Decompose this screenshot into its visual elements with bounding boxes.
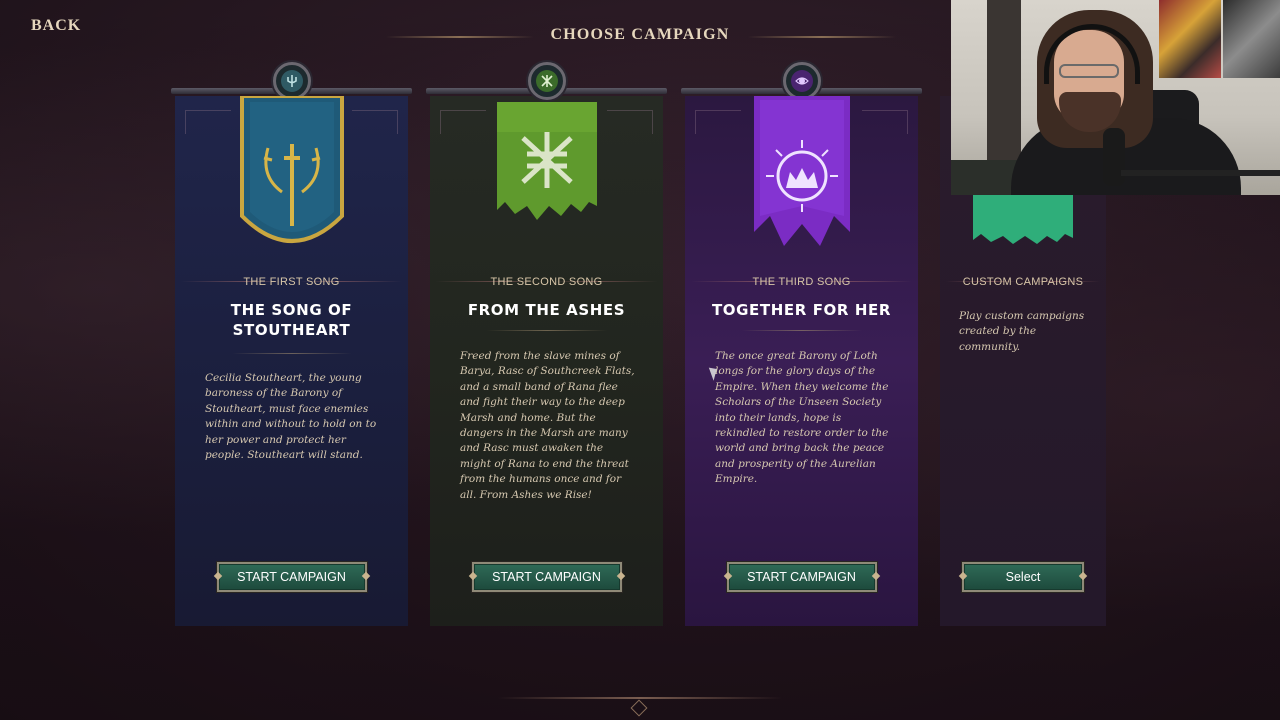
start-campaign-button[interactable]: START CAMPAIGN [726, 562, 877, 592]
poster-image [1159, 0, 1221, 78]
campaign-subtitle: CUSTOM CAMPAIGNS [962, 276, 1084, 288]
title-divider [231, 353, 352, 354]
campaign-card-second-song[interactable]: THE SECOND SONG FROM THE ASHES Freed fro… [426, 62, 667, 626]
crown-sun-icon [753, 96, 850, 257]
rune-emblem-icon [527, 62, 566, 100]
frame-ornament-right [352, 110, 398, 134]
antler-sword-icon [238, 94, 346, 259]
campaign-title: FROM THE ASHES [467, 301, 626, 319]
custom-banner-icon [973, 194, 1073, 251]
title-divider [741, 330, 862, 331]
campaign-card-first-song[interactable]: THE FIRST SONG THE SONG OF STOUTHEART Ce… [171, 62, 412, 626]
frame-ornament-left [185, 110, 231, 134]
campaign-description: Play custom campaigns created by the com… [959, 310, 1085, 353]
rune-icon [496, 102, 597, 235]
campaign-subtitle: THE SECOND SONG [490, 276, 603, 288]
title-divider [486, 330, 607, 331]
start-campaign-button[interactable]: START CAMPAIGN [216, 562, 367, 592]
frame-ornament-left [695, 110, 741, 134]
trident-emblem-icon [272, 62, 311, 100]
campaign-description: Freed from the slave mines of Barya, Ras… [460, 350, 635, 501]
campaign-description: The once great Barony of Loth longs for … [715, 350, 889, 486]
start-campaign-button[interactable]: START CAMPAIGN [471, 562, 622, 592]
header-divider-right [748, 36, 896, 38]
select-button[interactable]: Select [962, 562, 1084, 592]
microphone-icon [1103, 128, 1125, 186]
campaign-title: THE SONG OF STOUTHEART [230, 301, 353, 339]
webcam-overlay [951, 0, 1280, 195]
frame-ornament-right [607, 110, 653, 134]
frame-ornament-left [440, 110, 486, 134]
eye-emblem-icon [782, 62, 821, 100]
campaign-card-third-song[interactable]: THE THIRD SONG TOGETHER FOR HER The once… [681, 62, 922, 626]
mic-arm [1121, 170, 1280, 176]
bottom-divider [498, 697, 782, 699]
frame-ornament-right [862, 110, 908, 134]
campaign-subtitle: THE THIRD SONG [752, 276, 851, 288]
campaign-description: Cecilia Stoutheart, the young baroness o… [205, 372, 377, 462]
poster-image [1223, 0, 1280, 78]
campaign-subtitle: THE FIRST SONG [243, 276, 340, 288]
campaign-title: TOGETHER FOR HER [711, 301, 892, 319]
